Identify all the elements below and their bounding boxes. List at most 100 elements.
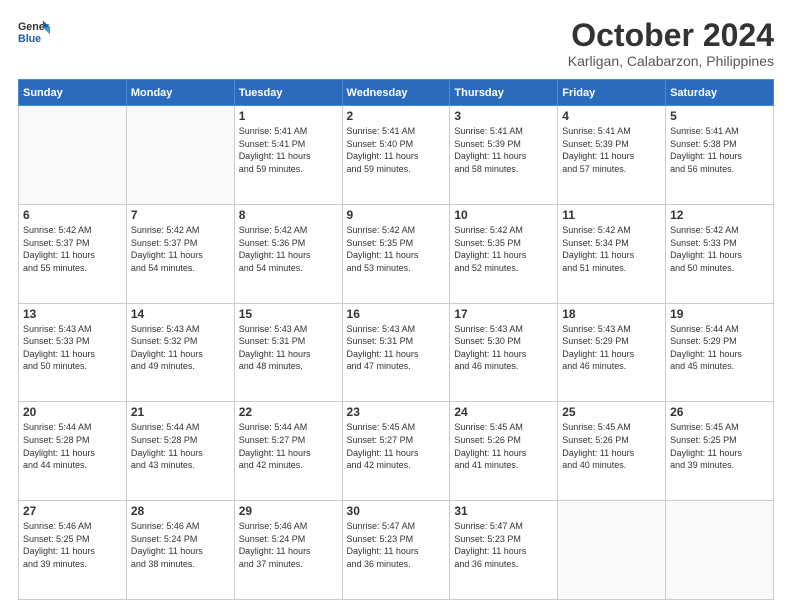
- table-row: 16 Sunrise: 5:43 AM Sunset: 5:31 PM Dayli…: [342, 303, 450, 402]
- col-monday: Monday: [126, 80, 234, 106]
- table-row: 6 Sunrise: 5:42 AM Sunset: 5:37 PM Daylig…: [19, 204, 127, 303]
- table-row: 20Sunrise: 5:44 AM Sunset: 5:28 PM Dayli…: [19, 402, 127, 501]
- table-row: 4 Sunrise: 5:41 AM Sunset: 5:39 PM Daylig…: [558, 106, 666, 205]
- day-info: Sunrise: 5:41 AM Sunset: 5:39 PM Dayligh…: [454, 125, 553, 175]
- table-row: 11 Sunrise: 5:42 AM Sunset: 5:34 PM Dayli…: [558, 204, 666, 303]
- subtitle: Karligan, Calabarzon, Philippines: [568, 53, 774, 69]
- day-info: Sunrise: 5:43 AM Sunset: 5:31 PM Dayligh…: [347, 323, 446, 373]
- day-number: 14: [131, 307, 230, 321]
- day-info: Sunrise: 5:45 AM Sunset: 5:26 PM Dayligh…: [562, 421, 661, 471]
- calendar-week-row: 27 Sunrise: 5:46 AM Sunset: 5:25 PM Dayli…: [19, 501, 774, 600]
- day-number: 25: [562, 405, 661, 419]
- page: General Blue October 2024 Karligan, Cala…: [0, 0, 792, 612]
- day-number: 16: [347, 307, 446, 321]
- day-number: 29: [239, 504, 338, 518]
- logo-icon: General Blue: [18, 18, 50, 46]
- day-info: Sunrise: 5:42 AM Sunset: 5:35 PM Dayligh…: [454, 224, 553, 274]
- day-info: Sunrise: 5:41 AM Sunset: 5:39 PM Dayligh…: [562, 125, 661, 175]
- day-info: Sunrise: 5:43 AM Sunset: 5:29 PM Dayligh…: [562, 323, 661, 373]
- day-number: 15: [239, 307, 338, 321]
- day-info: Sunrise: 5:43 AM Sunset: 5:32 PM Dayligh…: [131, 323, 230, 373]
- table-row: 26 Sunrise: 5:45 AM Sunset: 5:25 PM Dayli…: [666, 402, 774, 501]
- day-info: Sunrise: 5:42 AM Sunset: 5:34 PM Dayligh…: [562, 224, 661, 274]
- table-row: 3 Sunrise: 5:41 AM Sunset: 5:39 PM Daylig…: [450, 106, 558, 205]
- col-friday: Friday: [558, 80, 666, 106]
- table-row: 5Sunrise: 5:41 AM Sunset: 5:38 PM Daylig…: [666, 106, 774, 205]
- logo: General Blue: [18, 18, 50, 46]
- day-number: 28: [131, 504, 230, 518]
- day-number: 22: [239, 405, 338, 419]
- day-number: 3: [454, 109, 553, 123]
- table-row: 15 Sunrise: 5:43 AM Sunset: 5:31 PM Dayli…: [234, 303, 342, 402]
- day-info: Sunrise: 5:44 AM Sunset: 5:28 PM Dayligh…: [131, 421, 230, 471]
- day-number: 26: [670, 405, 769, 419]
- table-row: [666, 501, 774, 600]
- day-number: 2: [347, 109, 446, 123]
- day-info: Sunrise: 5:41 AM Sunset: 5:38 PM Dayligh…: [670, 125, 769, 175]
- day-number: 18: [562, 307, 661, 321]
- day-number: 21: [131, 405, 230, 419]
- table-row: 1Sunrise: 5:41 AM Sunset: 5:41 PM Daylig…: [234, 106, 342, 205]
- day-info: Sunrise: 5:44 AM Sunset: 5:28 PM Dayligh…: [23, 421, 122, 471]
- day-info: Sunrise: 5:45 AM Sunset: 5:26 PM Dayligh…: [454, 421, 553, 471]
- day-info: Sunrise: 5:43 AM Sunset: 5:30 PM Dayligh…: [454, 323, 553, 373]
- day-info: Sunrise: 5:44 AM Sunset: 5:27 PM Dayligh…: [239, 421, 338, 471]
- day-info: Sunrise: 5:43 AM Sunset: 5:33 PM Dayligh…: [23, 323, 122, 373]
- day-number: 12: [670, 208, 769, 222]
- day-info: Sunrise: 5:47 AM Sunset: 5:23 PM Dayligh…: [454, 520, 553, 570]
- day-info: Sunrise: 5:42 AM Sunset: 5:37 PM Dayligh…: [131, 224, 230, 274]
- table-row: 21 Sunrise: 5:44 AM Sunset: 5:28 PM Dayli…: [126, 402, 234, 501]
- calendar-week-row: 20Sunrise: 5:44 AM Sunset: 5:28 PM Dayli…: [19, 402, 774, 501]
- table-row: 9 Sunrise: 5:42 AM Sunset: 5:35 PM Daylig…: [342, 204, 450, 303]
- day-number: 11: [562, 208, 661, 222]
- svg-text:Blue: Blue: [18, 33, 41, 45]
- day-info: Sunrise: 5:42 AM Sunset: 5:37 PM Dayligh…: [23, 224, 122, 274]
- calendar-week-row: 13 Sunrise: 5:43 AM Sunset: 5:33 PM Dayli…: [19, 303, 774, 402]
- table-row: [126, 106, 234, 205]
- day-number: 27: [23, 504, 122, 518]
- table-row: 17 Sunrise: 5:43 AM Sunset: 5:30 PM Dayli…: [450, 303, 558, 402]
- table-row: 27 Sunrise: 5:46 AM Sunset: 5:25 PM Dayli…: [19, 501, 127, 600]
- day-number: 4: [562, 109, 661, 123]
- table-row: 23 Sunrise: 5:45 AM Sunset: 5:27 PM Dayli…: [342, 402, 450, 501]
- table-row: 25 Sunrise: 5:45 AM Sunset: 5:26 PM Dayli…: [558, 402, 666, 501]
- table-row: 10Sunrise: 5:42 AM Sunset: 5:35 PM Dayli…: [450, 204, 558, 303]
- day-number: 9: [347, 208, 446, 222]
- col-saturday: Saturday: [666, 80, 774, 106]
- day-number: 23: [347, 405, 446, 419]
- day-info: Sunrise: 5:44 AM Sunset: 5:29 PM Dayligh…: [670, 323, 769, 373]
- title-block: October 2024 Karligan, Calabarzon, Phili…: [568, 18, 774, 69]
- day-number: 13: [23, 307, 122, 321]
- calendar-table: Sunday Monday Tuesday Wednesday Thursday…: [18, 79, 774, 600]
- day-info: Sunrise: 5:43 AM Sunset: 5:31 PM Dayligh…: [239, 323, 338, 373]
- day-info: Sunrise: 5:42 AM Sunset: 5:35 PM Dayligh…: [347, 224, 446, 274]
- table-row: 18 Sunrise: 5:43 AM Sunset: 5:29 PM Dayli…: [558, 303, 666, 402]
- table-row: 2Sunrise: 5:41 AM Sunset: 5:40 PM Daylig…: [342, 106, 450, 205]
- table-row: [558, 501, 666, 600]
- table-row: 30Sunrise: 5:47 AM Sunset: 5:23 PM Dayli…: [342, 501, 450, 600]
- table-row: 19Sunrise: 5:44 AM Sunset: 5:29 PM Dayli…: [666, 303, 774, 402]
- table-row: [19, 106, 127, 205]
- table-row: 28 Sunrise: 5:46 AM Sunset: 5:24 PM Dayli…: [126, 501, 234, 600]
- table-row: 14 Sunrise: 5:43 AM Sunset: 5:32 PM Dayli…: [126, 303, 234, 402]
- month-title: October 2024: [568, 18, 774, 53]
- calendar-header-row: Sunday Monday Tuesday Wednesday Thursday…: [19, 80, 774, 106]
- day-number: 17: [454, 307, 553, 321]
- table-row: 13 Sunrise: 5:43 AM Sunset: 5:33 PM Dayli…: [19, 303, 127, 402]
- day-info: Sunrise: 5:42 AM Sunset: 5:36 PM Dayligh…: [239, 224, 338, 274]
- table-row: 7 Sunrise: 5:42 AM Sunset: 5:37 PM Daylig…: [126, 204, 234, 303]
- day-number: 31: [454, 504, 553, 518]
- day-number: 6: [23, 208, 122, 222]
- col-sunday: Sunday: [19, 80, 127, 106]
- day-number: 8: [239, 208, 338, 222]
- day-info: Sunrise: 5:46 AM Sunset: 5:24 PM Dayligh…: [131, 520, 230, 570]
- day-info: Sunrise: 5:45 AM Sunset: 5:25 PM Dayligh…: [670, 421, 769, 471]
- day-info: Sunrise: 5:45 AM Sunset: 5:27 PM Dayligh…: [347, 421, 446, 471]
- col-tuesday: Tuesday: [234, 80, 342, 106]
- day-info: Sunrise: 5:42 AM Sunset: 5:33 PM Dayligh…: [670, 224, 769, 274]
- day-number: 24: [454, 405, 553, 419]
- day-number: 30: [347, 504, 446, 518]
- table-row: 31 Sunrise: 5:47 AM Sunset: 5:23 PM Dayli…: [450, 501, 558, 600]
- day-number: 7: [131, 208, 230, 222]
- day-info: Sunrise: 5:46 AM Sunset: 5:25 PM Dayligh…: [23, 520, 122, 570]
